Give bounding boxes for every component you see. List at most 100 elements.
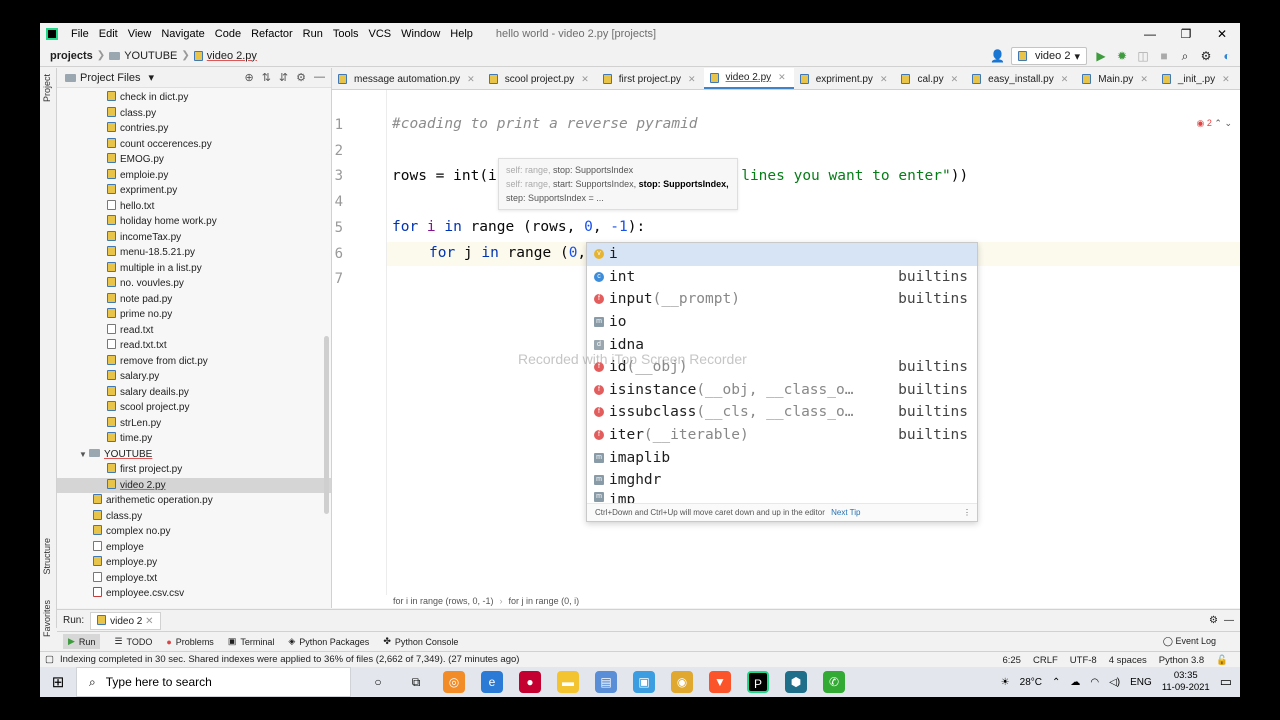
tree-file[interactable]: note pad.py [57, 292, 331, 308]
close-button[interactable]: ✕ [1204, 23, 1240, 45]
editor-tab[interactable]: scool project.py ✕ [483, 68, 597, 89]
brave-icon[interactable]: ▼ [709, 671, 731, 693]
tree-file[interactable]: EMOG.py [57, 152, 331, 168]
indent-setting[interactable]: 4 spaces [1109, 655, 1147, 666]
tree-file[interactable]: time.py [57, 431, 331, 447]
gear-icon[interactable]: ⚙ [296, 71, 306, 84]
close-icon[interactable]: ✕ [778, 72, 786, 83]
tree-file[interactable]: scool project.py [57, 400, 331, 416]
restore-button[interactable]: ❐ [1168, 23, 1204, 45]
recorder-app-icon[interactable]: ● [519, 671, 541, 693]
menu-window[interactable]: Window [396, 28, 445, 40]
editor-tab[interactable]: first project.py ✕ [597, 68, 704, 89]
editor-tab[interactable]: expriment.py ✕ [794, 68, 896, 89]
tree-file[interactable]: strLen.py [57, 416, 331, 432]
tab-terminal[interactable]: ▣ Terminal [228, 636, 275, 647]
chrome-icon[interactable]: ◉ [671, 671, 693, 693]
more-icon[interactable]: ⋮ [963, 504, 971, 522]
tab-python-packages[interactable]: ◈ Python Packages [288, 636, 369, 647]
tree-file[interactable]: salary.py [57, 369, 331, 385]
user-icon[interactable]: 👤 [990, 49, 1005, 63]
tree-file[interactable]: expriment.py [57, 183, 331, 199]
file-explorer-icon[interactable]: ▬ [557, 671, 579, 693]
volume-icon[interactable]: ◁) [1109, 677, 1120, 688]
completion-item[interactable]: f iter (__iterable) builtins [587, 424, 977, 447]
editor-tab[interactable]: message automation.py ✕ [332, 68, 483, 89]
editor-tab[interactable]: easy_install.py ✕ [966, 68, 1076, 89]
tree-file[interactable]: employe.py [57, 555, 331, 571]
clock[interactable]: 03:35 11-09-2021 [1162, 670, 1210, 694]
code-breadcrumb-item[interactable]: for i in range (rows, 0, -1) [393, 596, 494, 606]
menu-navigate[interactable]: Navigate [156, 28, 209, 40]
photos-icon[interactable]: ▣ [633, 671, 655, 693]
wifi-icon[interactable]: ◠ [1090, 677, 1099, 688]
hide-icon[interactable]: — [1224, 615, 1234, 626]
project-tool-button[interactable]: Project [42, 74, 52, 102]
editor-tab[interactable]: _init_.py ✕ [1156, 68, 1238, 89]
next-tip-link[interactable]: Next Tip [831, 508, 860, 517]
scrollbar[interactable] [324, 336, 329, 514]
close-icon[interactable]: ✕ [1140, 74, 1148, 85]
whatsapp-icon[interactable]: ✆ [823, 671, 845, 693]
menu-refactor[interactable]: Refactor [246, 28, 298, 40]
menu-edit[interactable]: Edit [94, 28, 123, 40]
chevron-down-icon[interactable]: ▼ [79, 447, 89, 463]
locate-icon[interactable]: ⊕ [244, 71, 253, 84]
chevron-up-icon[interactable]: ⌃ [1052, 677, 1060, 688]
run-config-select[interactable]: video 2 ▾ [1010, 47, 1087, 65]
stop-icon[interactable]: ■ [1157, 49, 1171, 63]
cortana-icon[interactable]: ○ [367, 671, 389, 693]
tree-file[interactable]: remove from dict.py [57, 354, 331, 370]
menu-vcs[interactable]: VCS [364, 28, 397, 40]
menu-view[interactable]: View [123, 28, 157, 40]
completion-item[interactable]: f issubclass (__cls, __class_o… builtins [587, 401, 977, 424]
task-view-icon[interactable]: ⧉ [405, 671, 427, 693]
menu-file[interactable]: File [66, 28, 94, 40]
tree-file[interactable]: emploie.py [57, 168, 331, 184]
completion-item[interactable]: vi [587, 243, 977, 266]
completion-item[interactable]: m io [587, 311, 977, 334]
weather-icon[interactable]: ☀ [1001, 677, 1010, 688]
breadcrumb-file[interactable]: video 2.py [207, 50, 257, 62]
gear-icon[interactable]: ⚙ [1199, 49, 1213, 63]
tree-file[interactable]: complex no.py [57, 524, 331, 540]
tab-todo[interactable]: ☰ TODO [114, 636, 152, 647]
tree-file[interactable]: holiday home work.py [57, 214, 331, 230]
tree-folder[interactable]: ▼ YOUTUBE [57, 447, 331, 463]
menu-tools[interactable]: Tools [328, 28, 364, 40]
tree-file[interactable]: class.py [57, 106, 331, 122]
close-icon[interactable]: ✕ [581, 74, 589, 85]
chevron-up-icon[interactable]: ⌃ [1214, 118, 1222, 128]
tree-file[interactable]: prime no.py [57, 307, 331, 323]
tree-file[interactable]: read.txt [57, 323, 331, 339]
notifications-icon[interactable]: ▭ [1220, 674, 1232, 690]
tree-file[interactable]: check in dict.py [57, 90, 331, 106]
tree-file[interactable]: first project.py [57, 462, 331, 478]
structure-tool-button[interactable]: Structure [42, 538, 52, 575]
tree-file[interactable]: multiple in a list.py [57, 261, 331, 277]
update-icon[interactable]: ◐ [1220, 49, 1234, 63]
tree-file[interactable]: class.py [57, 509, 331, 525]
tree-file[interactable]: count occerences.py [57, 137, 331, 153]
favorites-tool-button[interactable]: Favorites [42, 600, 52, 637]
tree-file[interactable]: employee.csv.csv [57, 586, 331, 602]
close-icon[interactable]: ✕ [145, 616, 153, 627]
minimize-button[interactable]: — [1132, 23, 1168, 45]
tree-file[interactable]: video 2.py [57, 477, 331, 493]
tree-file[interactable]: arithemetic operation.py [57, 493, 331, 509]
inspection-widget[interactable]: ◉ 2 ⌃ ⌄ [1196, 118, 1232, 129]
run-tab[interactable]: video 2 ✕ [90, 611, 161, 630]
menu-code[interactable]: Code [210, 28, 246, 40]
edge-icon[interactable]: e [481, 671, 503, 693]
coverage-icon[interactable]: ◫ [1136, 49, 1150, 63]
file-encoding[interactable]: UTF-8 [1070, 655, 1097, 666]
completion-item[interactable]: m imaplib [587, 446, 977, 469]
close-icon[interactable]: ✕ [951, 74, 959, 85]
editor-tab[interactable]: cal.py ✕ [895, 68, 966, 89]
close-icon[interactable]: ✕ [467, 74, 475, 85]
windows-start-icon[interactable]: ⊞ [40, 673, 76, 691]
hide-icon[interactable]: — [314, 71, 325, 84]
completion-item[interactable]: c int builtins [587, 266, 977, 289]
search-icon[interactable]: ⌕ [1178, 49, 1192, 63]
project-view-select[interactable]: Project Files [80, 72, 141, 84]
